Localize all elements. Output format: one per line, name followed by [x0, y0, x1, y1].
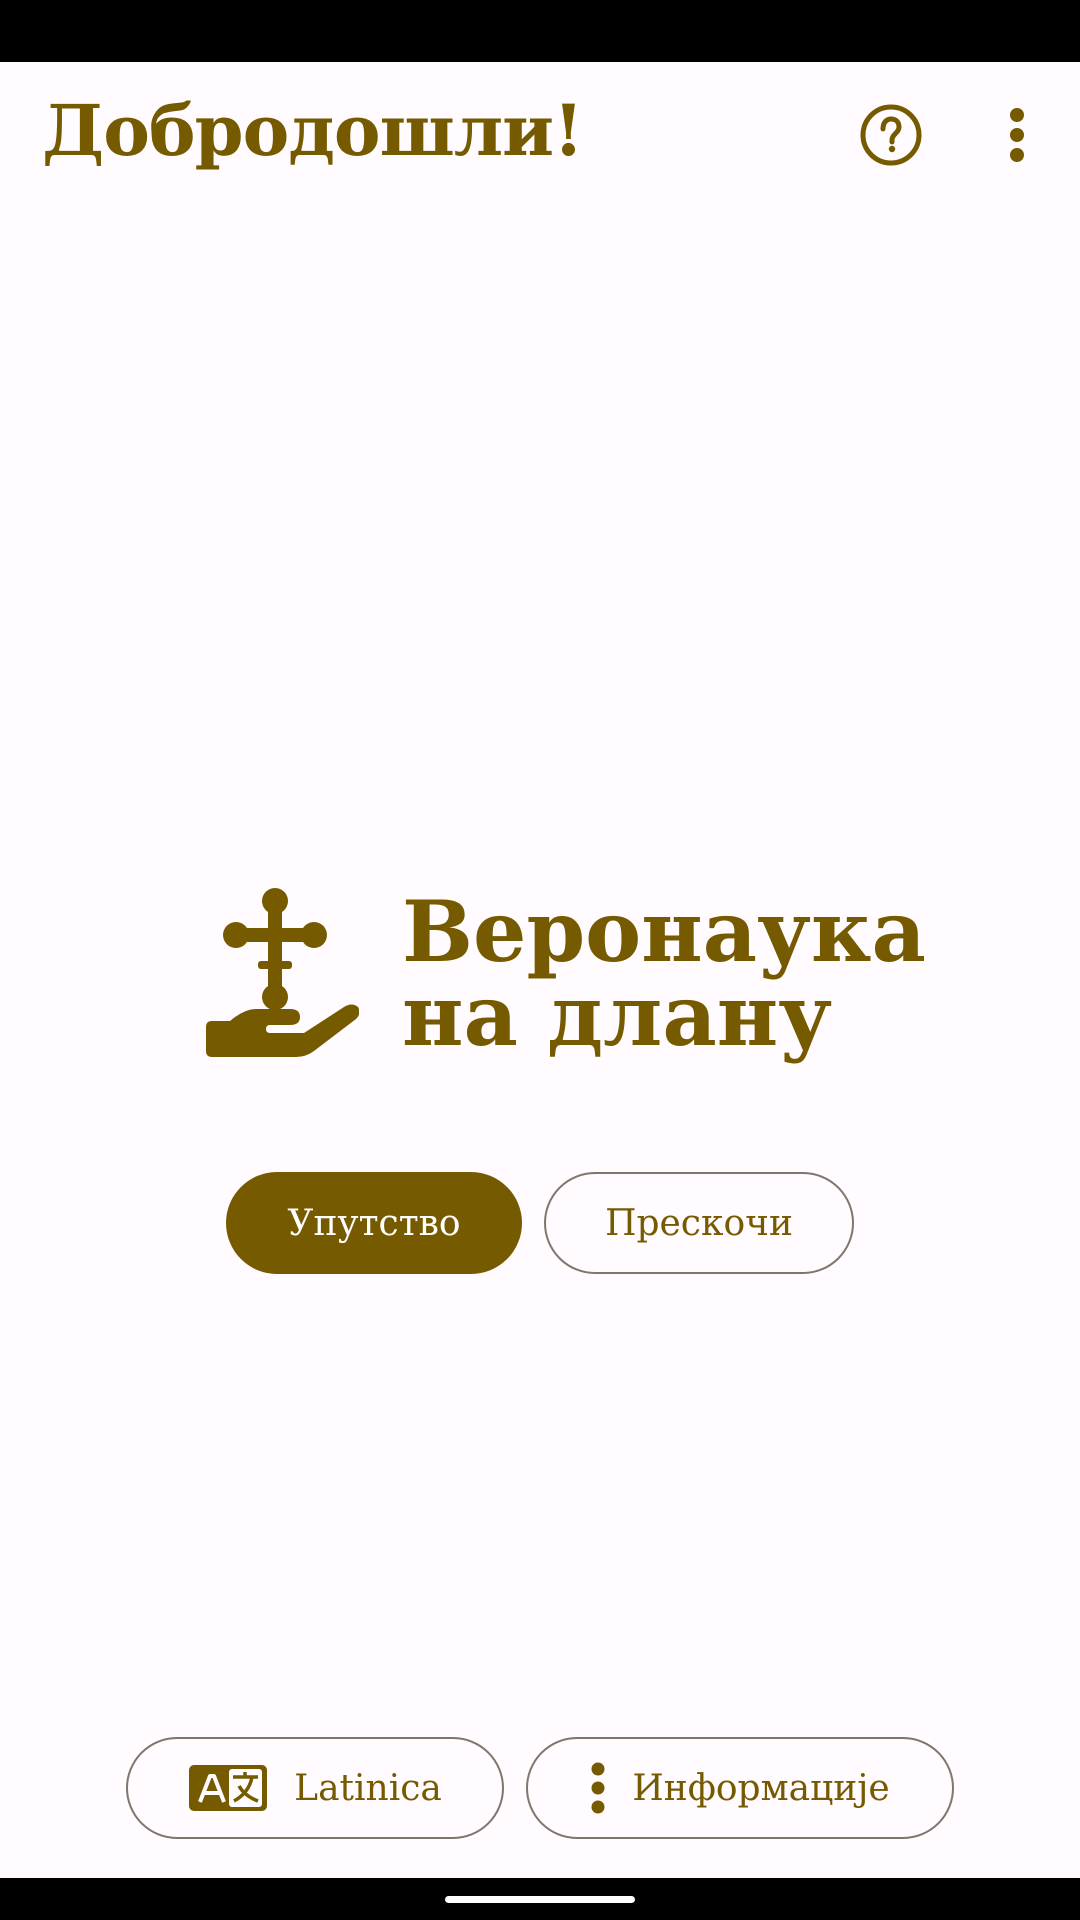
home-gesture-handle[interactable]	[445, 1896, 635, 1903]
app-name-line1: Веронаука	[402, 882, 926, 981]
help-circle-icon	[860, 104, 922, 166]
more-vert-icon	[1010, 108, 1024, 162]
page-title: Добродошли!	[42, 89, 584, 172]
hand-cross-icon	[206, 888, 359, 1057]
info-button[interactable]: Информације	[526, 1737, 954, 1839]
skip-button-label: Прескочи	[605, 1202, 793, 1244]
help-button[interactable]	[846, 90, 936, 180]
skip-button[interactable]: Прескочи	[544, 1172, 854, 1274]
translate-icon	[188, 1764, 268, 1812]
status-bar	[0, 0, 1080, 62]
app-name-line2: на длану	[402, 966, 833, 1065]
app-logo: Веронаука на длану	[204, 885, 926, 1075]
more-vert-icon	[590, 1761, 606, 1815]
latin-script-button[interactable]: Latinica	[126, 1737, 504, 1839]
guide-button[interactable]: Упутство	[226, 1172, 522, 1274]
app-name: Веронаука на длану	[402, 890, 926, 1058]
latin-script-label: Latinica	[294, 1767, 442, 1809]
overflow-menu-button[interactable]	[972, 90, 1062, 180]
navigation-bar	[0, 1878, 1080, 1920]
guide-button-label: Упутство	[287, 1202, 461, 1244]
info-button-label: Информације	[632, 1767, 890, 1809]
